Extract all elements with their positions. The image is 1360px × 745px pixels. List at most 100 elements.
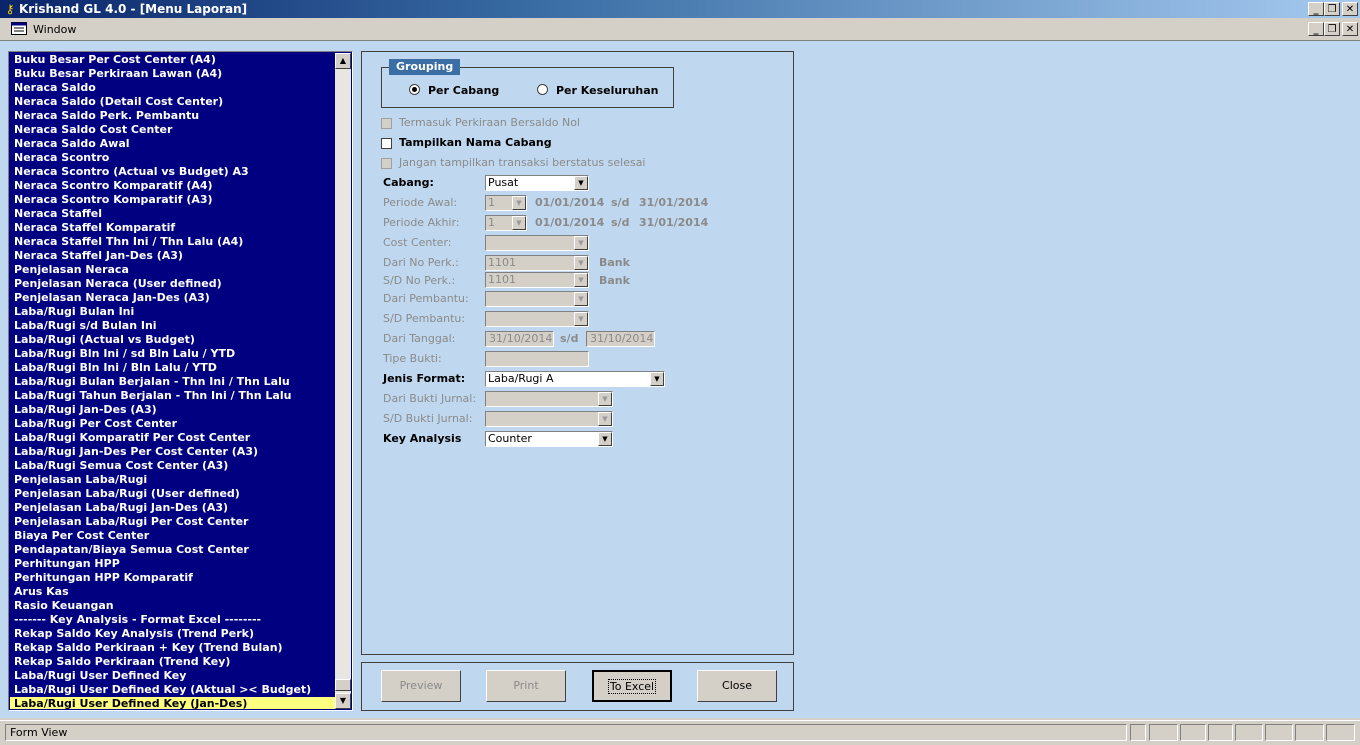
child-close-button[interactable]: ✕: [1342, 22, 1358, 36]
tampilkan-nama-cabang-label[interactable]: Tampilkan Nama Cabang: [399, 136, 552, 149]
list-item[interactable]: Penjelasan Laba/Rugi (User defined): [10, 487, 336, 501]
list-item[interactable]: Neraca Saldo Perk. Pembantu: [10, 109, 336, 123]
list-item[interactable]: Rasio Keuangan: [10, 599, 336, 613]
list-item[interactable]: Laba/Rugi Komparatif Per Cost Center: [10, 431, 336, 445]
chevron-down-icon[interactable]: ▼: [598, 432, 612, 446]
chevron-down-icon[interactable]: ▼: [512, 196, 526, 210]
child-minimize-button[interactable]: _: [1308, 22, 1324, 36]
list-item[interactable]: Penjelasan Neraca (User defined): [10, 277, 336, 291]
list-item[interactable]: Buku Besar Perkiraan Lawan (A4): [10, 67, 336, 81]
chevron-down-icon[interactable]: ▼: [650, 372, 664, 386]
sd-tanggal-field[interactable]: 31/10/2014: [586, 331, 655, 347]
arrow-up-icon[interactable]: ▲: [335, 53, 351, 69]
status-cell: [1326, 724, 1355, 741]
dari-bukti-jurnal-select[interactable]: ▼: [485, 391, 613, 407]
list-item[interactable]: Neraca Scontro Komparatif (A3): [10, 193, 336, 207]
key-analysis-select[interactable]: Counter ▼: [485, 431, 613, 447]
tampilkan-nama-cabang-checkbox[interactable]: [381, 138, 392, 149]
menu-window[interactable]: Window: [33, 23, 76, 36]
list-item[interactable]: Rekap Saldo Perkiraan + Key (Trend Bulan…: [10, 641, 336, 655]
print-button[interactable]: Print: [486, 670, 566, 702]
list-item[interactable]: Laba/Rugi Per Cost Center: [10, 417, 336, 431]
per-cabang-label[interactable]: Per Cabang: [428, 84, 499, 97]
list-item[interactable]: Penjelasan Laba/Rugi: [10, 473, 336, 487]
chevron-down-icon[interactable]: ▼: [598, 392, 612, 406]
list-item[interactable]: Laba/Rugi User Defined Key (Aktual >< Bu…: [10, 683, 336, 697]
chevron-down-icon[interactable]: ▼: [598, 412, 612, 426]
per-cabang-radio[interactable]: [409, 84, 420, 95]
preview-button[interactable]: Preview: [381, 670, 461, 702]
list-item[interactable]: Perhitungan HPP Komparatif: [10, 571, 336, 585]
list-item[interactable]: Neraca Staffel: [10, 207, 336, 221]
list-scrollbar[interactable]: ▲ ▼: [335, 53, 351, 709]
jangan-tampilkan-checkbox[interactable]: [381, 158, 392, 169]
scroll-thumb[interactable]: [335, 679, 351, 691]
list-item[interactable]: Penjelasan Laba/Rugi Per Cost Center: [10, 515, 336, 529]
list-item[interactable]: Neraca Saldo Cost Center: [10, 123, 336, 137]
list-item[interactable]: Neraca Saldo Awal: [10, 137, 336, 151]
cabang-select[interactable]: Pusat ▼: [485, 175, 589, 191]
list-item[interactable]: Laba/Rugi Bln Ini / sd Bln Lalu / YTD: [10, 347, 336, 361]
dari-pembantu-select[interactable]: ▼: [485, 291, 589, 307]
dari-tanggal-field[interactable]: 31/10/2014: [485, 331, 554, 347]
chevron-down-icon[interactable]: ▼: [574, 273, 588, 287]
list-item[interactable]: Laba/Rugi Bln Ini / Bln Lalu / YTD: [10, 361, 336, 375]
list-item[interactable]: Laba/Rugi Jan-Des Per Cost Center (A3): [10, 445, 336, 459]
close-window-button[interactable]: ✕: [1342, 2, 1358, 16]
jenis-format-select[interactable]: Laba/Rugi A ▼: [485, 371, 665, 387]
list-item[interactable]: Laba/Rugi s/d Bulan Ini: [10, 319, 336, 333]
periode-akhir-select[interactable]: 1 ▼: [485, 215, 527, 231]
arrow-down-icon[interactable]: ▼: [335, 693, 351, 709]
chevron-down-icon[interactable]: ▼: [574, 176, 588, 190]
per-keseluruhan-label[interactable]: Per Keseluruhan: [556, 84, 659, 97]
dari-no-perk-select[interactable]: 1101 ▼: [485, 255, 589, 271]
list-item[interactable]: Laba/Rugi (Actual vs Budget): [10, 333, 336, 347]
list-item[interactable]: Neraca Scontro: [10, 151, 336, 165]
list-item[interactable]: Laba/Rugi Bulan Ini: [10, 305, 336, 319]
chevron-down-icon[interactable]: ▼: [574, 236, 588, 250]
list-item[interactable]: Laba/Rugi Semua Cost Center (A3): [10, 459, 336, 473]
restore-button[interactable]: ❐: [1324, 2, 1340, 16]
list-item[interactable]: Neraca Scontro Komparatif (A4): [10, 179, 336, 193]
list-item[interactable]: Laba/Rugi Bulan Berjalan - Thn Ini / Thn…: [10, 375, 336, 389]
list-item[interactable]: Laba/Rugi User Defined Key: [10, 669, 336, 683]
list-item[interactable]: Laba/Rugi Jan-Des (A3): [10, 403, 336, 417]
list-item[interactable]: Laba/Rugi Tahun Berjalan - Thn Ini / Thn…: [10, 389, 336, 403]
list-item[interactable]: Neraca Staffel Jan-Des (A3): [10, 249, 336, 263]
per-keseluruhan-radio[interactable]: [537, 84, 548, 95]
chevron-down-icon[interactable]: ▼: [512, 216, 526, 230]
termasuk-checkbox[interactable]: [381, 118, 392, 129]
list-item[interactable]: Penjelasan Laba/Rugi Jan-Des (A3): [10, 501, 336, 515]
list-item[interactable]: Buku Besar Per Cost Center (A4): [10, 53, 336, 67]
chevron-down-icon[interactable]: ▼: [574, 312, 588, 326]
list-item[interactable]: Rekap Saldo Key Analysis (Trend Perk): [10, 627, 336, 641]
sd-pembantu-select[interactable]: ▼: [485, 311, 589, 327]
list-item[interactable]: Neraca Saldo: [10, 81, 336, 95]
cost-center-select[interactable]: ▼: [485, 235, 589, 251]
sd-no-perk-select[interactable]: 1101 ▼: [485, 272, 589, 288]
child-restore-button[interactable]: ❐: [1324, 22, 1340, 36]
list-item[interactable]: Neraca Staffel Thn Ini / Thn Lalu (A4): [10, 235, 336, 249]
list-item[interactable]: Rekap Saldo Perkiraan (Trend Key): [10, 655, 336, 669]
list-item[interactable]: Biaya Per Cost Center: [10, 529, 336, 543]
list-item[interactable]: Penjelasan Neraca: [10, 263, 336, 277]
report-list[interactable]: Buku Besar Per Cost Center (A4) Buku Besa…: [8, 51, 353, 711]
list-item[interactable]: Pendapatan/Biaya Semua Cost Center: [10, 543, 336, 557]
to-excel-button[interactable]: To Excel: [592, 670, 672, 702]
list-item[interactable]: Neraca Scontro (Actual vs Budget) A3: [10, 165, 336, 179]
list-item[interactable]: Neraca Saldo (Detail Cost Center): [10, 95, 336, 109]
minimize-button[interactable]: _: [1308, 2, 1324, 16]
list-item[interactable]: ------- Key Analysis - Format Excel ----…: [10, 613, 336, 627]
window-icon[interactable]: [11, 22, 27, 35]
list-item[interactable]: Perhitungan HPP: [10, 557, 336, 571]
tipe-bukti-field[interactable]: [485, 351, 589, 367]
close-button[interactable]: Close: [697, 670, 777, 702]
chevron-down-icon[interactable]: ▼: [574, 292, 588, 306]
list-item[interactable]: Penjelasan Neraca Jan-Des (A3): [10, 291, 336, 305]
list-item[interactable]: Laba/Rugi User Defined Key (Jan-Des): [10, 697, 336, 709]
periode-awal-select[interactable]: 1 ▼: [485, 195, 527, 211]
list-item[interactable]: Arus Kas: [10, 585, 336, 599]
list-item[interactable]: Neraca Staffel Komparatif: [10, 221, 336, 235]
sd-bukti-jurnal-select[interactable]: ▼: [485, 411, 613, 427]
chevron-down-icon[interactable]: ▼: [574, 256, 588, 270]
